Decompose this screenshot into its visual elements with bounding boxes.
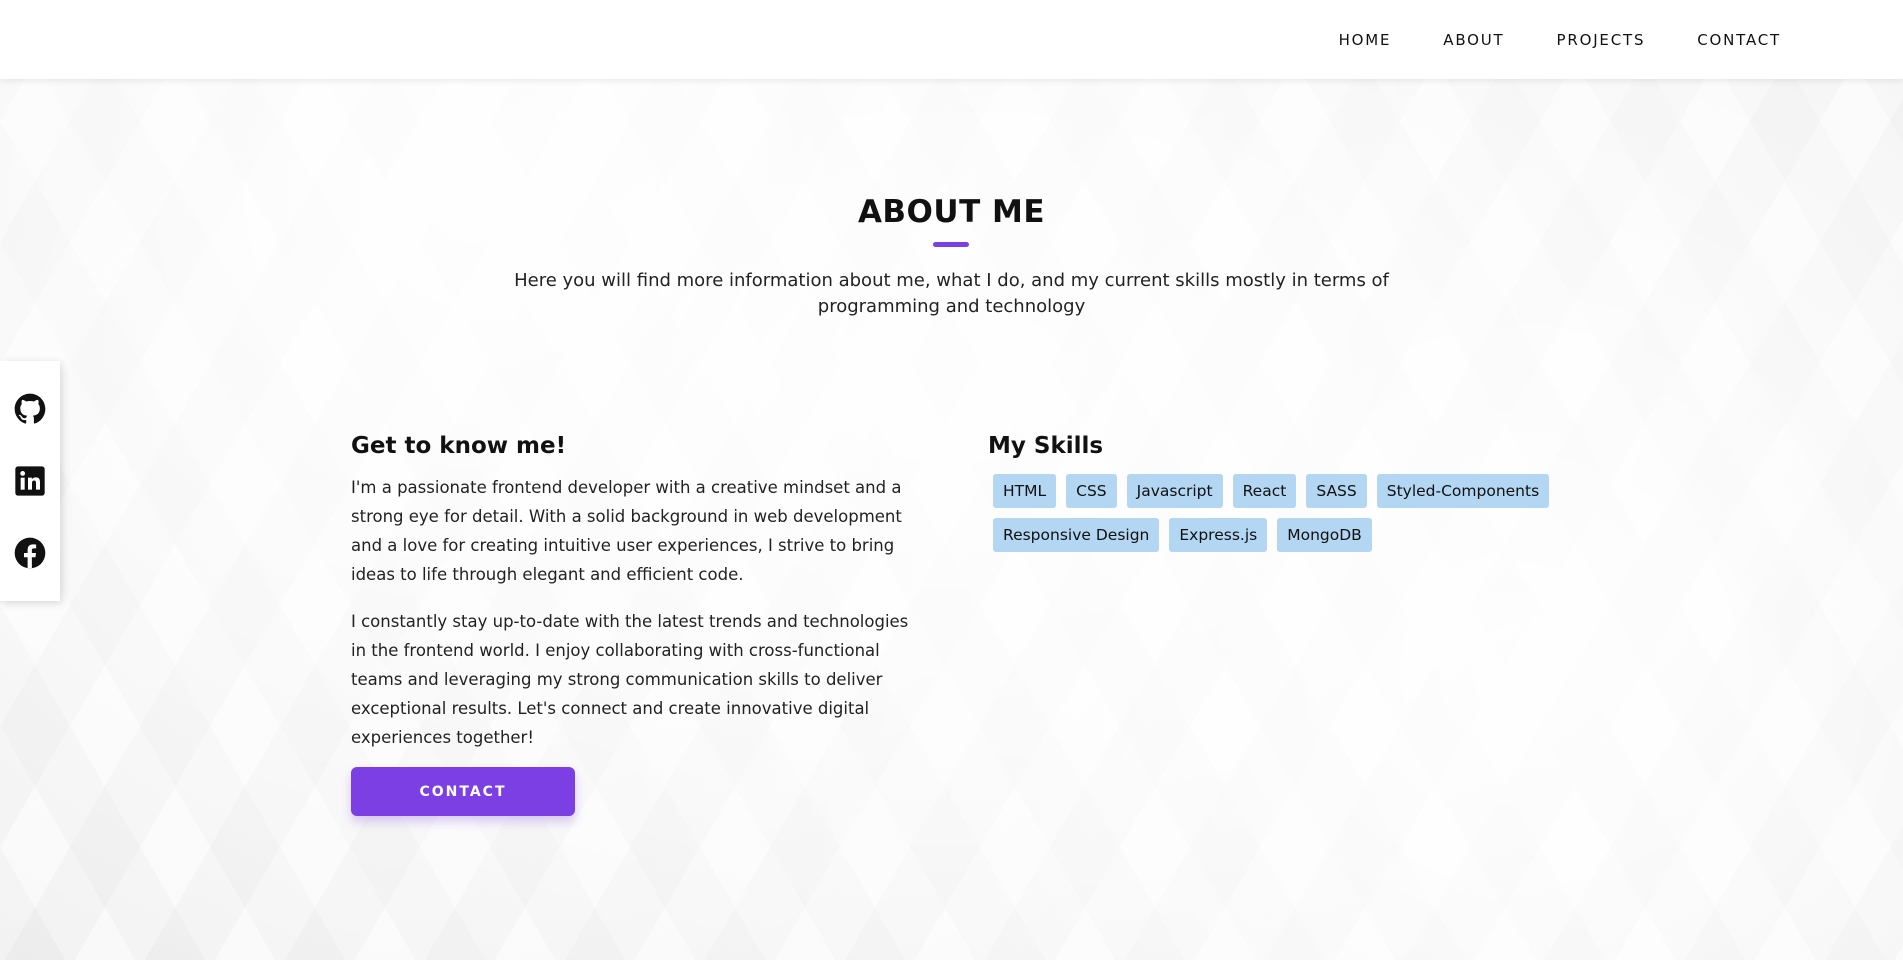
background-fade	[0, 0, 1903, 960]
skill-badge: Styled-Components	[1376, 474, 1550, 508]
main-nav: HOME ABOUT PROJECTS CONTACT	[1339, 0, 1781, 79]
nav-projects-link[interactable]: PROJECTS	[1557, 31, 1646, 49]
nav-about-link[interactable]: ABOUT	[1443, 31, 1504, 49]
site-header: HOME ABOUT PROJECTS CONTACT	[0, 0, 1903, 79]
skill-badge: Express.js	[1169, 518, 1268, 552]
contact-button[interactable]: CONTACT	[351, 767, 575, 816]
skill-badge: MongoDB	[1277, 518, 1372, 552]
skill-badge: CSS	[1066, 474, 1117, 508]
skill-badge: React	[1232, 474, 1297, 508]
skill-badge: Javascript	[1126, 474, 1223, 508]
intro-paragraph-1: I'm a passionate frontend developer with…	[351, 478, 902, 584]
page-subtitle: Here you will find more information abou…	[514, 270, 1389, 317]
intro-column: Get to know me! I'm a passionate fronten…	[351, 433, 926, 816]
nav-home-link[interactable]: HOME	[1339, 31, 1392, 49]
intro-paragraph-2: I constantly stay up-to-date with the la…	[351, 612, 909, 747]
linkedin-icon[interactable]	[14, 465, 46, 497]
facebook-icon[interactable]	[14, 537, 46, 569]
nav-contact-link[interactable]: CONTACT	[1697, 31, 1781, 49]
social-sidebar	[0, 361, 60, 601]
title-underline	[933, 242, 969, 247]
skill-badge: Responsive Design	[993, 518, 1160, 552]
skills-list: HTML CSS Javascript React SASS Styled-Co…	[988, 474, 1568, 552]
skills-column: My Skills HTML CSS Javascript React SASS…	[988, 433, 1568, 552]
skills-heading: My Skills	[988, 433, 1104, 459]
github-icon[interactable]	[14, 393, 46, 425]
page-title: ABOUT ME	[857, 194, 1046, 230]
intro-heading: Get to know me!	[351, 433, 567, 459]
skill-badge: SASS	[1306, 474, 1367, 508]
skill-badge: HTML	[993, 474, 1057, 508]
